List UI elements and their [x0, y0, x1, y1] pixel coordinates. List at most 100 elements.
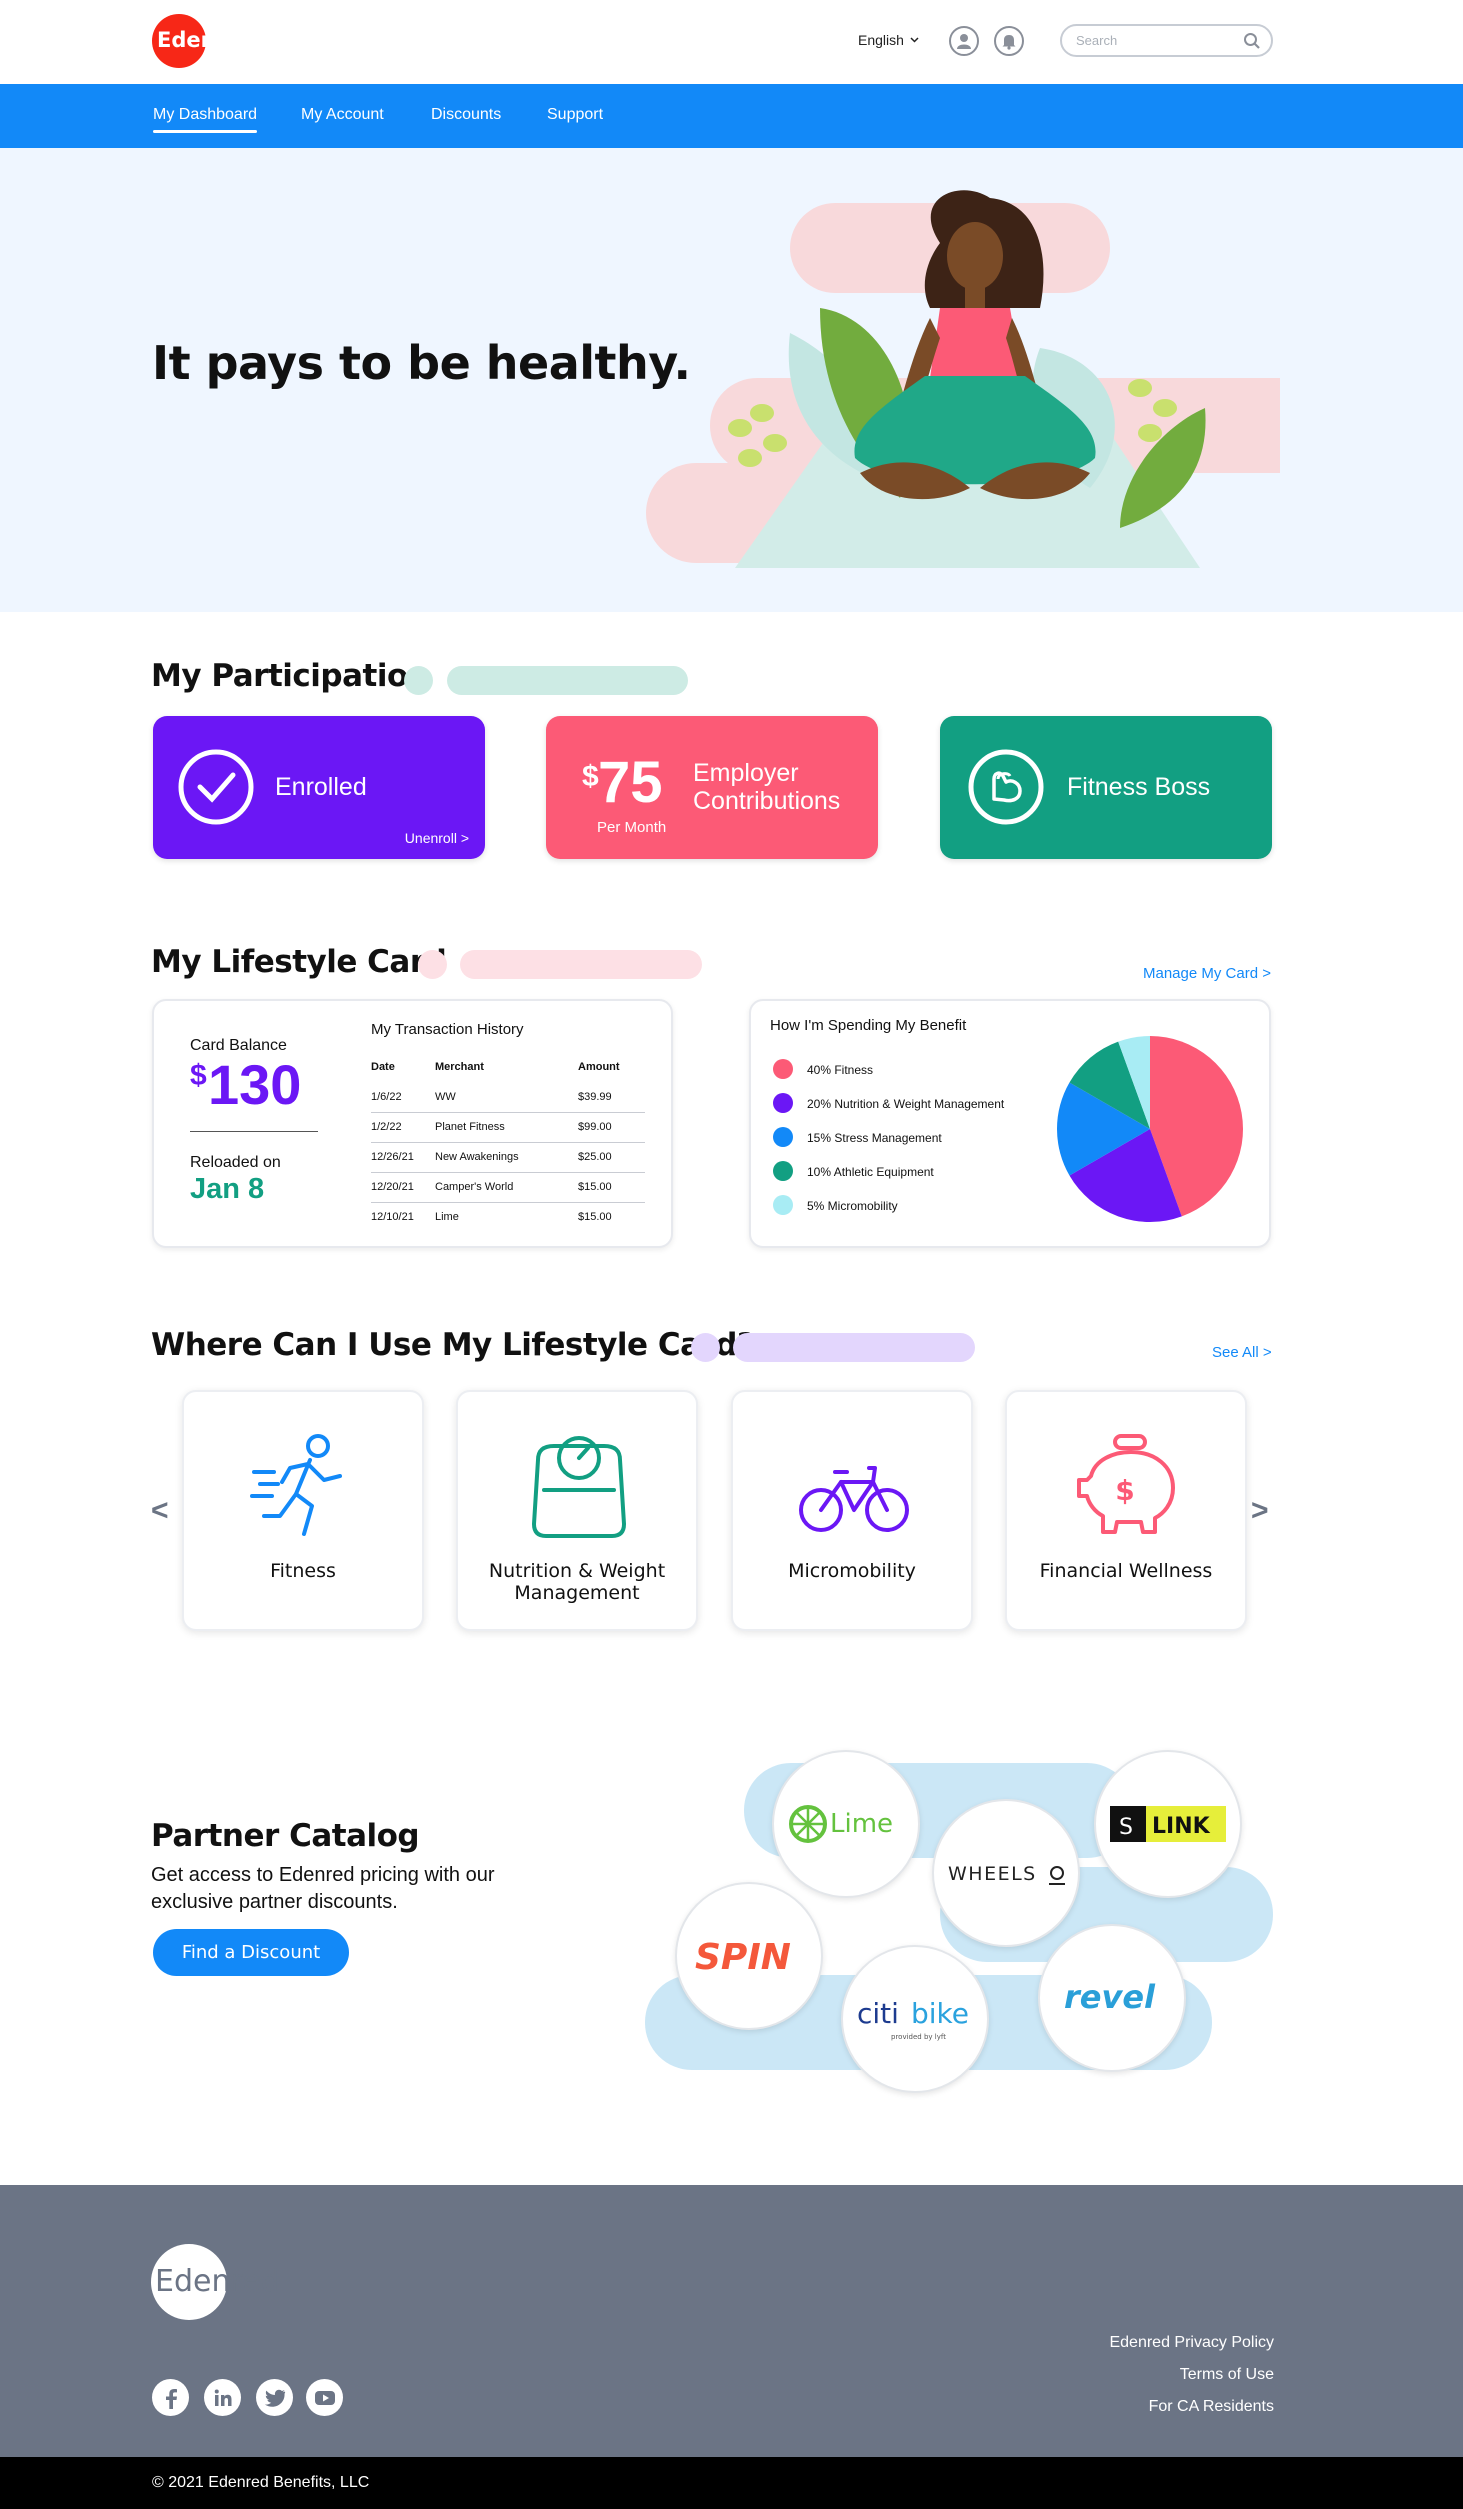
- transaction-table: Date Merchant Amount 1/6/22 WW $39.99 1/2/…: [371, 1061, 645, 1232]
- logo-text: Edenred: [157, 28, 246, 52]
- contribution-frequency: Per Month: [597, 819, 667, 836]
- edenred-logo[interactable]: Edenred: [151, 9, 255, 69]
- transaction-history-title: My Transaction History: [371, 1021, 524, 1038]
- svg-text:$: $: [1115, 1474, 1134, 1507]
- contributions-label-line1: Employer: [693, 759, 799, 787]
- table-row: 1/6/22 WW $39.99: [371, 1083, 645, 1113]
- column-header-date: Date: [371, 1061, 395, 1073]
- category-tile-financial-wellness[interactable]: $ Financial Wellness: [1005, 1390, 1247, 1631]
- fitness-boss-card: Fitness Boss: [940, 716, 1272, 859]
- table-row: 12/26/21 New Awakenings $25.00: [371, 1142, 645, 1173]
- balance-divider: [190, 1131, 318, 1132]
- reloaded-label: Reloaded on: [190, 1154, 281, 1171]
- partner-spin[interactable]: SPIN: [675, 1882, 823, 2030]
- footer-link-ca-residents[interactable]: For CA Residents: [1149, 2398, 1274, 2416]
- see-all-link[interactable]: See All >: [1212, 1344, 1272, 1361]
- spending-title: How I'm Spending My Benefit: [770, 1017, 967, 1034]
- tx-amount: $99.00: [578, 1112, 645, 1143]
- tx-amount: $15.00: [578, 1202, 645, 1232]
- spending-pie-chart: [1057, 1036, 1243, 1222]
- checkmark-circle-icon: [178, 749, 254, 825]
- linkedin-icon[interactable]: [204, 2379, 241, 2416]
- partner-link[interactable]: S LINK: [1094, 1750, 1242, 1898]
- footer-link-privacy-policy[interactable]: Edenred Privacy Policy: [1109, 2334, 1274, 2352]
- column-header-merchant: Merchant: [435, 1061, 484, 1073]
- language-label: English: [858, 32, 904, 48]
- title-decoration-pill: [460, 950, 702, 979]
- language-selector[interactable]: English: [858, 32, 919, 48]
- partner-catalog-description: Get access to Edenred pricing with our e…: [151, 1862, 495, 1916]
- bell-icon[interactable]: [994, 26, 1024, 56]
- manage-card-link[interactable]: Manage My Card >: [1143, 965, 1271, 982]
- unenroll-link[interactable]: Unenroll >: [405, 830, 469, 846]
- twitter-icon[interactable]: [256, 2379, 293, 2416]
- facebook-icon[interactable]: [152, 2379, 189, 2416]
- title-decoration-dot: [418, 950, 447, 979]
- tx-date: 12/10/21: [371, 1202, 435, 1232]
- tile-label: Financial Wellness: [1039, 1560, 1213, 1582]
- citi-bike-sub-text: provided by lyft: [891, 2033, 946, 2041]
- spin-logo-text: SPIN: [695, 1937, 791, 1978]
- fitness-boss-label: Fitness Boss: [1067, 773, 1211, 801]
- chevron-down-icon: [910, 37, 919, 43]
- carousel-prev-arrow[interactable]: <: [151, 1494, 169, 1528]
- carousel-next-arrow[interactable]: >: [1251, 1494, 1269, 1528]
- title-decoration-pill: [733, 1333, 975, 1362]
- youtube-icon[interactable]: [306, 2379, 343, 2416]
- nav-item-support[interactable]: Support: [547, 106, 603, 124]
- category-tile-nutrition[interactable]: Nutrition & Weight Management: [456, 1390, 698, 1631]
- currency-symbol: $: [582, 760, 599, 793]
- user-icon[interactable]: [949, 26, 979, 56]
- search-input[interactable]: [1076, 33, 1226, 48]
- link-logo-text: LINK: [1152, 1814, 1211, 1839]
- nav-item-my-dashboard[interactable]: My Dashboard: [153, 106, 258, 133]
- partner-revel[interactable]: revel: [1038, 1924, 1186, 2072]
- tx-amount: $15.00: [578, 1172, 645, 1203]
- tx-date: 12/26/21: [371, 1142, 435, 1173]
- legend-swatch: [773, 1127, 793, 1147]
- find-discount-button[interactable]: Find a Discount: [153, 1929, 349, 1976]
- footer-edenred-logo[interactable]: Edenred: [151, 2242, 291, 2322]
- category-tile-micromobility[interactable]: Micromobility: [731, 1390, 973, 1631]
- table-row: 12/10/21 Lime $15.00: [371, 1202, 645, 1232]
- revel-logo-text: revel: [1064, 1978, 1156, 2016]
- scale-icon: [532, 1436, 626, 1538]
- nav-item-discounts[interactable]: Discounts: [431, 106, 501, 124]
- runner-icon: [250, 1434, 342, 1536]
- tx-merchant: Planet Fitness: [435, 1112, 578, 1143]
- description-line2: exclusive partner discounts.: [151, 1891, 398, 1913]
- tile-label: Fitness: [270, 1560, 336, 1582]
- tx-amount: $25.00: [578, 1142, 645, 1173]
- partner-lime[interactable]: Lime: [772, 1750, 920, 1898]
- wheels-logo-text: WHEELS: [948, 1863, 1037, 1885]
- piggy-bank-icon: $: [1077, 1434, 1175, 1534]
- table-row: 12/20/21 Camper's World $15.00: [371, 1172, 645, 1203]
- legend-label: 40% Fitness: [807, 1063, 874, 1077]
- nav-item-my-account[interactable]: My Account: [301, 106, 384, 124]
- legend-swatch: [773, 1195, 793, 1215]
- legend-label: 10% Athletic Equipment: [807, 1165, 934, 1179]
- participation-title: My Participation: [151, 658, 430, 694]
- footer-logo-text: Edenred: [155, 2264, 280, 2299]
- partner-catalog-title: Partner Catalog: [151, 1818, 420, 1854]
- yoga-illustration: [646, 190, 1280, 568]
- search-icon[interactable]: [1243, 32, 1261, 50]
- copyright-bar: © 2021 Edenred Benefits, LLC: [0, 2457, 1463, 2509]
- contribution-amount: 75: [598, 750, 663, 815]
- lime-logo-text: Lime: [830, 1809, 893, 1839]
- where-title: Where Can I Use My Lifestyle Card?: [151, 1327, 755, 1363]
- reloaded-date: Jan 8: [190, 1173, 265, 1205]
- card-balance-panel: Card Balance $ 130 Reloaded on Jan 8 My …: [152, 999, 673, 1248]
- search-box[interactable]: [1060, 24, 1273, 57]
- category-tile-fitness[interactable]: Fitness: [182, 1390, 424, 1631]
- hero-title: It pays to be healthy.: [152, 336, 691, 390]
- tx-merchant: Camper's World: [435, 1172, 578, 1203]
- partner-wheels[interactable]: WHEELS: [932, 1799, 1080, 1947]
- flexed-arm-icon: [968, 749, 1044, 825]
- partner-citi-bike[interactable]: citi bike provided by lyft: [841, 1945, 989, 2093]
- footer-link-terms-of-use[interactable]: Terms of Use: [1180, 2366, 1274, 2384]
- legend-swatch: [773, 1059, 793, 1079]
- spending-panel: How I'm Spending My Benefit 40% Fitness …: [749, 999, 1271, 1248]
- table-row: 1/2/22 Planet Fitness $99.00: [371, 1112, 645, 1143]
- legend-label: 5% Micromobility: [807, 1199, 898, 1213]
